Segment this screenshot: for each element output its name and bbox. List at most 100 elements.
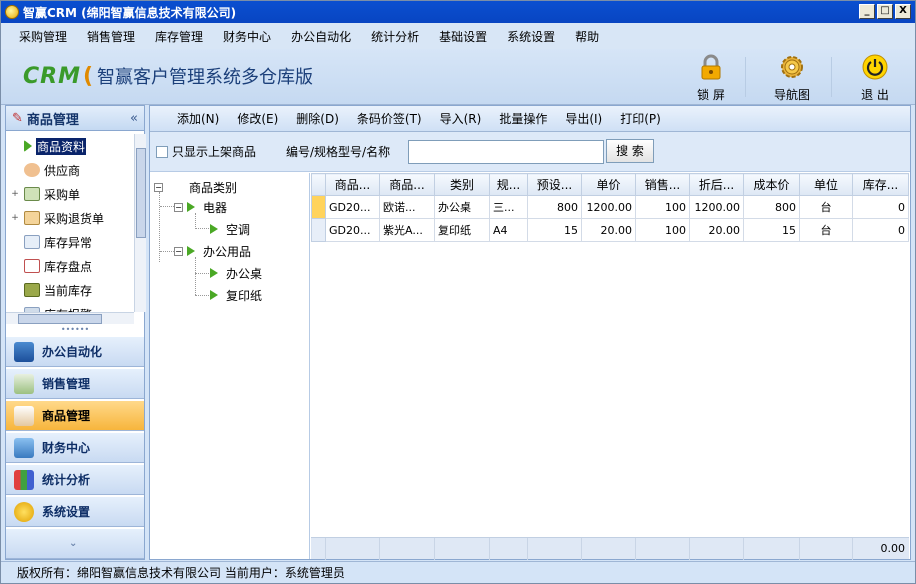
- nav-statistics[interactable]: 统计分析: [6, 464, 144, 495]
- table-cell[interactable]: 800: [527, 195, 582, 219]
- menu-item-basic-settings[interactable]: 基础设置: [439, 28, 487, 45]
- menu-item-help[interactable]: 帮助: [575, 28, 599, 45]
- import-button[interactable]: 导入(R): [440, 110, 482, 127]
- tree-node-root[interactable]: − 商品类别: [154, 177, 237, 197]
- column-header[interactable]: 单位: [799, 173, 853, 196]
- edit-button[interactable]: 修改(E): [237, 110, 278, 127]
- table-cell[interactable]: GD20...: [325, 195, 380, 219]
- tree-node-office-desk[interactable]: 办公桌: [210, 263, 262, 283]
- close-button[interactable]: X: [895, 4, 911, 19]
- nav-sales[interactable]: 销售管理: [6, 368, 144, 399]
- sidebar-item-products[interactable]: 商品资料: [10, 134, 134, 158]
- search-input[interactable]: [408, 140, 604, 164]
- expand-icon[interactable]: +: [10, 213, 20, 223]
- table-cell[interactable]: 办公桌: [434, 195, 490, 219]
- collapse-icon[interactable]: −: [154, 182, 163, 192]
- column-header[interactable]: 库存...: [852, 173, 909, 196]
- table-cell[interactable]: 15: [743, 218, 800, 242]
- tree-node-air-conditioner[interactable]: 空调: [210, 219, 250, 239]
- delete-button[interactable]: 删除(D): [296, 110, 339, 127]
- add-button[interactable]: 添加(N): [177, 110, 219, 127]
- exit-button[interactable]: 退 出: [845, 53, 905, 103]
- sidebar-item-stocktake[interactable]: 库存盘点: [10, 254, 134, 278]
- table-cell[interactable]: 800: [743, 195, 800, 219]
- table-cell[interactable]: 1200.00: [581, 195, 636, 219]
- column-header[interactable]: 预设...: [527, 173, 582, 196]
- nav-system-settings[interactable]: 系统设置: [6, 496, 144, 527]
- table-row[interactable]: GD20... 欧诺... 办公桌 三... 800 1200.00 100 1…: [311, 195, 909, 219]
- sidebar-item-purchase-orders[interactable]: + 采购单: [10, 182, 134, 206]
- nav-office-automation[interactable]: 办公自动化: [6, 336, 144, 367]
- row-selector[interactable]: [311, 218, 326, 242]
- expand-icon[interactable]: +: [10, 189, 20, 199]
- sidebar-vertical-scrollbar[interactable]: [134, 134, 146, 312]
- nav-finance[interactable]: 财务中心: [6, 432, 144, 463]
- sidebar-item-suppliers[interactable]: 供应商: [10, 158, 134, 182]
- batch-button[interactable]: 批量操作: [499, 110, 547, 127]
- menu-item-office[interactable]: 办公自动化: [291, 28, 351, 45]
- tree-node-electrical[interactable]: − 电器: [174, 197, 227, 217]
- table-cell[interactable]: 15: [527, 218, 582, 242]
- menu-item-system-settings[interactable]: 系统设置: [507, 28, 555, 45]
- collapse-sidebar-button[interactable]: «: [130, 111, 138, 126]
- maximize-button[interactable]: □: [877, 4, 893, 19]
- table-cell[interactable]: 紫光A...: [379, 218, 435, 242]
- menu-item-sales[interactable]: 销售管理: [87, 28, 135, 45]
- column-header[interactable]: 商品...: [379, 173, 435, 196]
- table-cell[interactable]: 台: [799, 195, 853, 219]
- table-cell[interactable]: A4: [489, 218, 528, 242]
- table-cell[interactable]: 20.00: [581, 218, 636, 242]
- splitter-grip[interactable]: ••••••: [6, 326, 144, 334]
- minimize-button[interactable]: _: [859, 4, 875, 19]
- table-cell[interactable]: GD20...: [325, 218, 380, 242]
- navigation-map-button[interactable]: 导航图: [762, 53, 822, 103]
- column-header[interactable]: 折后...: [689, 173, 744, 196]
- search-button[interactable]: 搜 索: [606, 139, 654, 163]
- table-cell[interactable]: 欧诺...: [379, 195, 435, 219]
- table-row[interactable]: GD20... 紫光A... 复印纸 A4 15 20.00 100 20.00…: [311, 218, 909, 242]
- menu-item-purchase[interactable]: 采购管理: [19, 28, 67, 45]
- nav-more-chevron[interactable]: ⌄: [6, 528, 144, 559]
- collapse-icon[interactable]: −: [174, 246, 183, 256]
- table-cell[interactable]: 台: [799, 218, 853, 242]
- print-button[interactable]: 打印(P): [620, 110, 661, 127]
- nav-label: 销售管理: [42, 377, 91, 391]
- tree-node-copy-paper[interactable]: 复印纸: [210, 285, 262, 305]
- sidebar-item-stock-exceptions[interactable]: 库存异常: [10, 230, 134, 254]
- table-cell[interactable]: 0: [852, 218, 909, 242]
- table-cell[interactable]: 三...: [489, 195, 528, 219]
- scrollbar-thumb[interactable]: [18, 314, 102, 324]
- green-arrow-icon: [210, 290, 218, 300]
- search-bar: 只显示上架商品 编号/规格型号/名称 搜 索: [150, 132, 910, 172]
- column-header[interactable]: 销售...: [635, 173, 690, 196]
- table-cell[interactable]: 复印纸: [434, 218, 490, 242]
- sidebar-item-purchase-returns[interactable]: + 采购退货单: [10, 206, 134, 230]
- footer-divider: [581, 538, 582, 560]
- table-cell[interactable]: 20.00: [689, 218, 744, 242]
- lock-screen-button[interactable]: 锁 屏: [681, 53, 741, 103]
- table-cell[interactable]: 1200.00: [689, 195, 744, 219]
- on-shelf-only-checkbox[interactable]: [156, 146, 168, 158]
- tree-node-office-supplies[interactable]: − 办公用品: [174, 241, 251, 261]
- menu-item-finance[interactable]: 财务中心: [223, 28, 271, 45]
- table-cell[interactable]: 100: [635, 218, 690, 242]
- menu-item-inventory[interactable]: 库存管理: [155, 28, 203, 45]
- column-header[interactable]: 商品...: [325, 173, 380, 196]
- barcode-label-button[interactable]: 条码价签(T): [357, 110, 422, 127]
- menu-item-stats[interactable]: 统计分析: [371, 28, 419, 45]
- export-button[interactable]: 导出(I): [565, 110, 602, 127]
- table-cell[interactable]: 100: [635, 195, 690, 219]
- sidebar-item-current-stock[interactable]: 当前库存: [10, 278, 134, 302]
- table-header-row: 商品... 商品... 类别 规... 预设... 单价 销售... 折后...…: [311, 173, 909, 196]
- table-cell[interactable]: 0: [852, 195, 909, 219]
- column-header[interactable]: 单价: [581, 173, 636, 196]
- sidebar-horizontal-scrollbar[interactable]: [6, 312, 134, 324]
- column-header[interactable]: 类别: [434, 173, 490, 196]
- row-selector[interactable]: [311, 195, 326, 219]
- scrollbar-thumb[interactable]: [136, 148, 146, 238]
- column-header[interactable]: 成本价: [743, 173, 800, 196]
- nav-products[interactable]: 商品管理: [6, 400, 144, 431]
- collapse-icon[interactable]: −: [174, 202, 183, 212]
- column-header[interactable]: 规...: [489, 173, 528, 196]
- sidebar-item-label: 采购单: [44, 187, 81, 202]
